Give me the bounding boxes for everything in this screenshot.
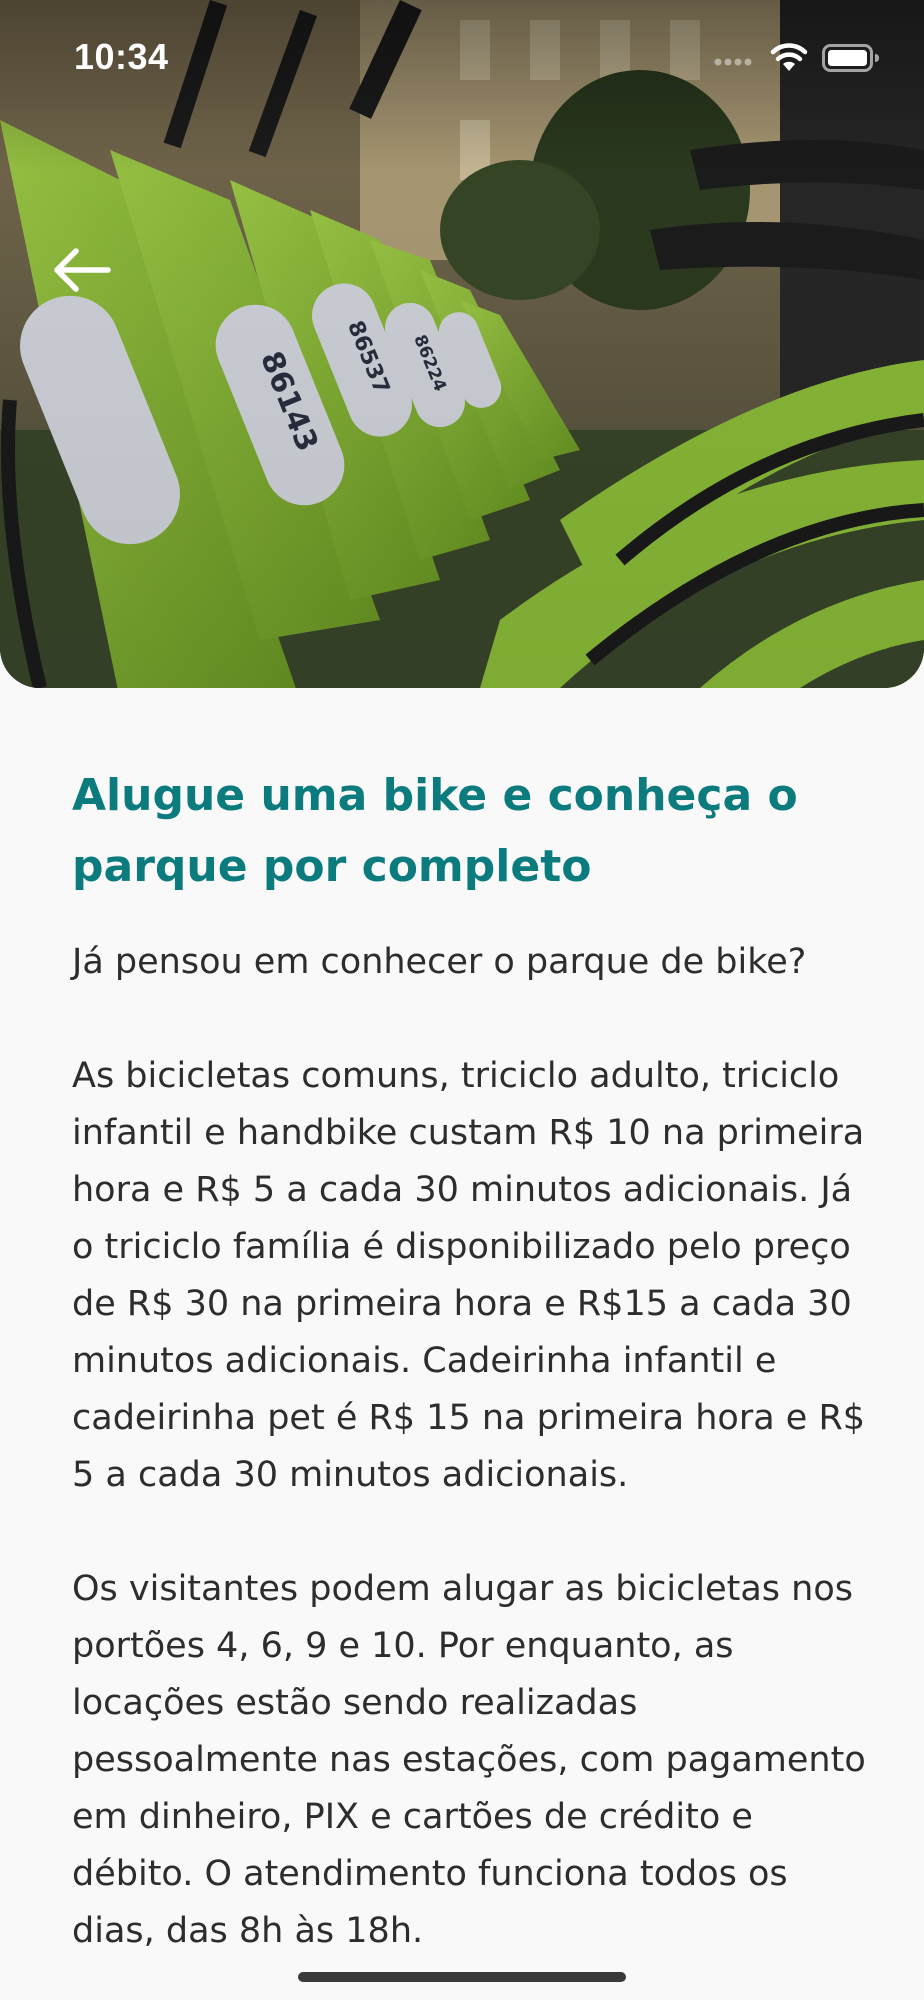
home-indicator[interactable] — [298, 1972, 626, 1982]
wifi-icon — [770, 43, 808, 77]
article-body: Já pensou em conhecer o parque de bike? … — [72, 934, 872, 1960]
arrow-left-icon — [52, 247, 112, 297]
screen: 86143 86537 86224 10:34 — [0, 0, 924, 2000]
signal-icon — [714, 51, 756, 70]
status-bar: 10:34 — [0, 0, 924, 120]
article-paragraph-1: Já pensou em conhecer o parque de bike? — [72, 942, 807, 982]
article-paragraph-2: As bicicletas comuns, triciclo adulto, t… — [72, 1056, 866, 1495]
article-title: Alugue uma bike e conheça o parque por c… — [72, 770, 798, 892]
battery-icon — [822, 43, 880, 77]
status-icons — [714, 43, 880, 77]
status-time: 10:34 — [74, 36, 169, 77]
article-paragraph-3: Os visitantes podem alugar as bicicletas… — [72, 1569, 866, 1951]
article: Alugue uma bike e conheça o parque por c… — [72, 760, 872, 1960]
back-button[interactable] — [40, 236, 124, 308]
